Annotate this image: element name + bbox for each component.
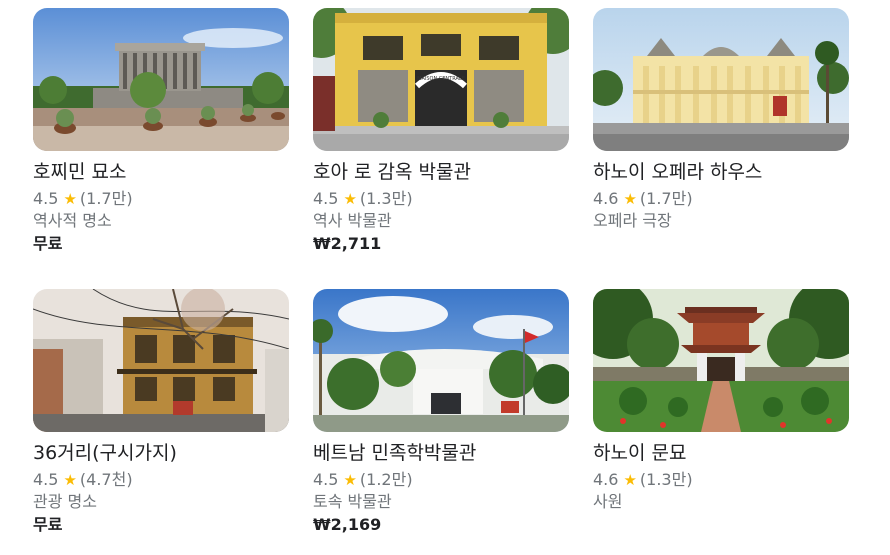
star-icon: ★ <box>623 471 637 489</box>
place-title: 36거리(구시가지) <box>33 442 177 464</box>
place-category: 역사 박물관 <box>313 211 392 230</box>
rating-line: 4.5 ★ (4.7천) <box>33 469 289 491</box>
star-icon: ★ <box>343 471 357 489</box>
rating-value: 4.5 <box>313 189 339 208</box>
place-category: 관광 명소 <box>33 492 97 511</box>
review-count: (1.7만) <box>639 189 693 208</box>
review-count: (1.3만) <box>359 189 413 208</box>
place-price: ₩2,711 <box>313 234 382 253</box>
place-photo-temple-of-literature <box>593 289 849 432</box>
review-count: (1.7만) <box>79 189 133 208</box>
star-icon: ★ <box>623 190 637 208</box>
place-price: 무료 <box>33 515 63 534</box>
place-card-5[interactable]: 베트남 민족학박물관 4.5 ★ (1.2만) 토속 박물관 ₩2,169 <box>313 289 569 537</box>
rating-value: 4.5 <box>33 189 59 208</box>
place-title: 호아 로 감옥 박물관 <box>313 161 471 183</box>
place-category: 토속 박물관 <box>313 492 392 511</box>
place-card-1[interactable]: 호찌민 묘소 4.5 ★ (1.7만) 역사적 명소 무료 <box>33 8 289 256</box>
place-card-2[interactable]: MAISON CENTRALE 호아 로 감옥 박물관 4.5 ★ (1.3만)… <box>313 8 569 256</box>
review-count: (1.2만) <box>359 470 413 489</box>
place-card-6[interactable]: 하노이 문묘 4.6 ★ (1.3만) 사원 <box>593 289 849 513</box>
star-icon: ★ <box>343 190 357 208</box>
place-photo-hoa-lo: MAISON CENTRALE <box>313 8 569 151</box>
place-category: 오페라 극장 <box>593 211 672 230</box>
place-card-3[interactable]: 하노이 오페라 하우스 4.6 ★ (1.7만) 오페라 극장 <box>593 8 849 232</box>
place-card-4[interactable]: 36거리(구시가지) 4.5 ★ (4.7천) 관광 명소 무료 <box>33 289 289 537</box>
sign-text: MAISON CENTRALE <box>417 76 465 82</box>
place-photo-opera-house <box>593 8 849 151</box>
review-count: (4.7천) <box>79 470 133 489</box>
rating-line: 4.6 ★ (1.3만) <box>593 469 849 491</box>
place-title: 하노이 오페라 하우스 <box>593 161 763 183</box>
place-photo-old-quarter <box>33 289 289 432</box>
place-title: 하노이 문묘 <box>593 442 687 464</box>
rating-value: 4.5 <box>33 470 59 489</box>
rating-value: 4.6 <box>593 470 619 489</box>
place-title: 호찌민 묘소 <box>33 161 127 183</box>
star-icon: ★ <box>63 190 77 208</box>
rating-line: 4.6 ★ (1.7만) <box>593 188 849 210</box>
place-category: 사원 <box>593 492 623 511</box>
star-icon: ★ <box>63 471 77 489</box>
place-price: ₩2,169 <box>313 515 382 534</box>
rating-line: 4.5 ★ (1.2만) <box>313 469 569 491</box>
rating-value: 4.5 <box>313 470 339 489</box>
rating-line: 4.5 ★ (1.3만) <box>313 188 569 210</box>
place-price: 무료 <box>33 234 63 253</box>
place-photo-ethnology-museum <box>313 289 569 432</box>
place-title: 베트남 민족학박물관 <box>313 442 477 464</box>
place-photo-mausoleum <box>33 8 289 151</box>
review-count: (1.3만) <box>639 470 693 489</box>
rating-value: 4.6 <box>593 189 619 208</box>
place-category: 역사적 명소 <box>33 211 112 230</box>
rating-line: 4.5 ★ (1.7만) <box>33 188 289 210</box>
